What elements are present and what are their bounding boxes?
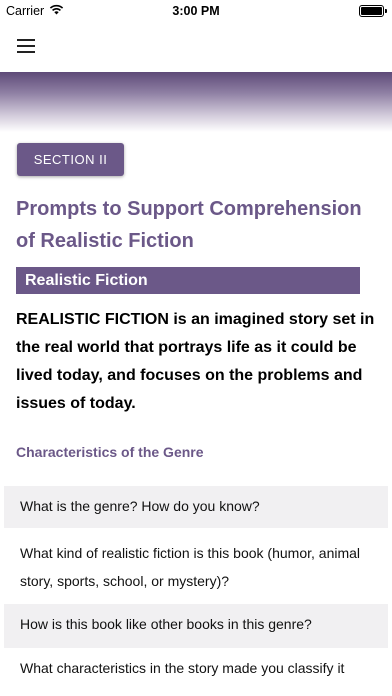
- battery-tip: [385, 9, 387, 13]
- characteristics-heading: Characteristics of the Genre: [16, 444, 204, 460]
- status-time: 3:00 PM: [172, 4, 220, 18]
- battery-icon: [359, 5, 384, 17]
- nav-bar: [0, 22, 392, 72]
- genre-heading-bar: Realistic Fiction: [16, 267, 360, 294]
- genre-definition: REALISTIC FICTION is an imagined story s…: [16, 311, 375, 412]
- prompt-item: How is this book like other books in thi…: [4, 604, 388, 648]
- header-gradient-band: [0, 72, 392, 132]
- hamburger-menu-icon[interactable]: [17, 39, 37, 54]
- prompt-item: What characteristics in the story made y…: [20, 660, 345, 676]
- status-bar: Carrier 3:00 PM: [0, 0, 392, 22]
- prompt-item: What kind of realistic fiction is this b…: [20, 545, 361, 589]
- page-title: Prompts to Support Comprehension of Real…: [16, 198, 362, 252]
- prompt-list: What is the genre? How do you know? What…: [4, 486, 388, 688]
- section-badge: SECTION II: [17, 143, 124, 176]
- prompt-item: What is the genre? How do you know?: [4, 486, 388, 528]
